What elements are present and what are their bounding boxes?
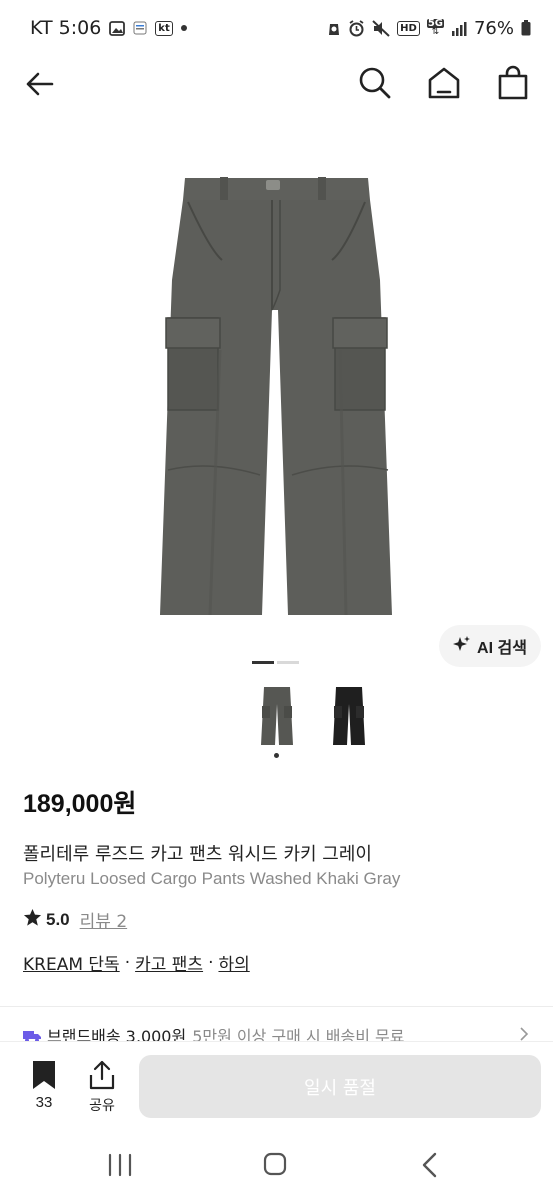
product-image[interactable] xyxy=(150,170,405,625)
network-5g-icon: 5G ⇅ xyxy=(426,18,444,37)
bookmark-button[interactable]: 33 xyxy=(18,1060,70,1111)
carrier-time: KT 5:06 xyxy=(30,17,102,39)
share-label: 공유 xyxy=(89,1098,115,1114)
soldout-button[interactable]: 일시 품절 xyxy=(139,1055,541,1118)
system-back-icon[interactable] xyxy=(421,1152,439,1182)
notification-app-icon xyxy=(133,21,147,35)
alarm-clock-icon xyxy=(348,19,365,37)
tag-kream-exclusive[interactable]: KREAM 단독 xyxy=(23,950,120,975)
hd-badge-icon: HD xyxy=(397,20,420,36)
category-tags: KREAM 단독 · 카고 팬츠 · 하의 xyxy=(23,950,250,976)
image-pager xyxy=(252,661,299,664)
section-divider xyxy=(0,1006,553,1007)
chevron-right-icon xyxy=(519,1026,529,1042)
search-icon[interactable] xyxy=(356,64,394,102)
home-button-icon[interactable] xyxy=(263,1152,287,1180)
share-button[interactable]: 공유 xyxy=(76,1060,128,1115)
thumbnail-gray[interactable] xyxy=(259,686,295,746)
alarm-app-icon xyxy=(327,20,341,36)
status-bar: KT 5:06 kt HD 5G ⇅ 76% xyxy=(0,0,553,56)
tag-separator: · xyxy=(208,952,214,973)
signal-icon xyxy=(451,21,467,36)
review-link[interactable]: 리뷰 2 xyxy=(80,907,128,932)
home-icon[interactable] xyxy=(424,64,464,102)
gallery-icon xyxy=(109,20,126,36)
sparkle-icon xyxy=(453,635,471,658)
tag-cargo-pants[interactable]: 카고 팬츠 xyxy=(135,950,203,975)
ai-search-button[interactable]: AI 검색 xyxy=(439,625,541,667)
system-navigation-bar xyxy=(0,1132,553,1200)
thumbnail-selected-dot xyxy=(274,753,279,758)
product-name-korean: 폴리테루 루즈드 카고 팬츠 워시드 카키 그레이 xyxy=(23,844,372,865)
truck-icon xyxy=(23,1028,41,1043)
bookmark-icon xyxy=(18,1060,70,1090)
more-notifications-icon xyxy=(180,25,187,31)
recent-apps-icon[interactable] xyxy=(107,1153,133,1181)
battery-icon xyxy=(521,20,531,36)
product-name-english: Polyteru Loosed Cargo Pants Washed Khaki… xyxy=(23,869,401,888)
battery-percent: 76% xyxy=(473,17,514,39)
ai-search-label: AI 검색 xyxy=(477,640,527,657)
kt-badge-icon: kt xyxy=(155,20,173,36)
color-thumbnails xyxy=(0,686,553,762)
product-price: 189,000원 xyxy=(23,790,137,818)
rating-row: 5.0 리뷰 2 xyxy=(23,907,127,932)
pager-dot-active xyxy=(252,661,274,664)
pager-dot xyxy=(277,661,299,664)
back-arrow-icon[interactable] xyxy=(22,66,58,102)
tag-separator: · xyxy=(124,952,131,973)
shopping-bag-icon[interactable] xyxy=(494,63,532,103)
share-icon xyxy=(76,1060,128,1090)
thumbnail-black[interactable] xyxy=(331,686,367,746)
bottom-action-bar: 33 공유 일시 품절 xyxy=(0,1042,553,1132)
mute-icon xyxy=(372,19,390,37)
bookmark-count: 33 xyxy=(35,1094,53,1111)
top-app-bar xyxy=(0,56,553,110)
rating-score: 5.0 xyxy=(46,909,70,929)
star-icon xyxy=(23,908,42,932)
tag-bottoms[interactable]: 하의 xyxy=(218,950,249,975)
